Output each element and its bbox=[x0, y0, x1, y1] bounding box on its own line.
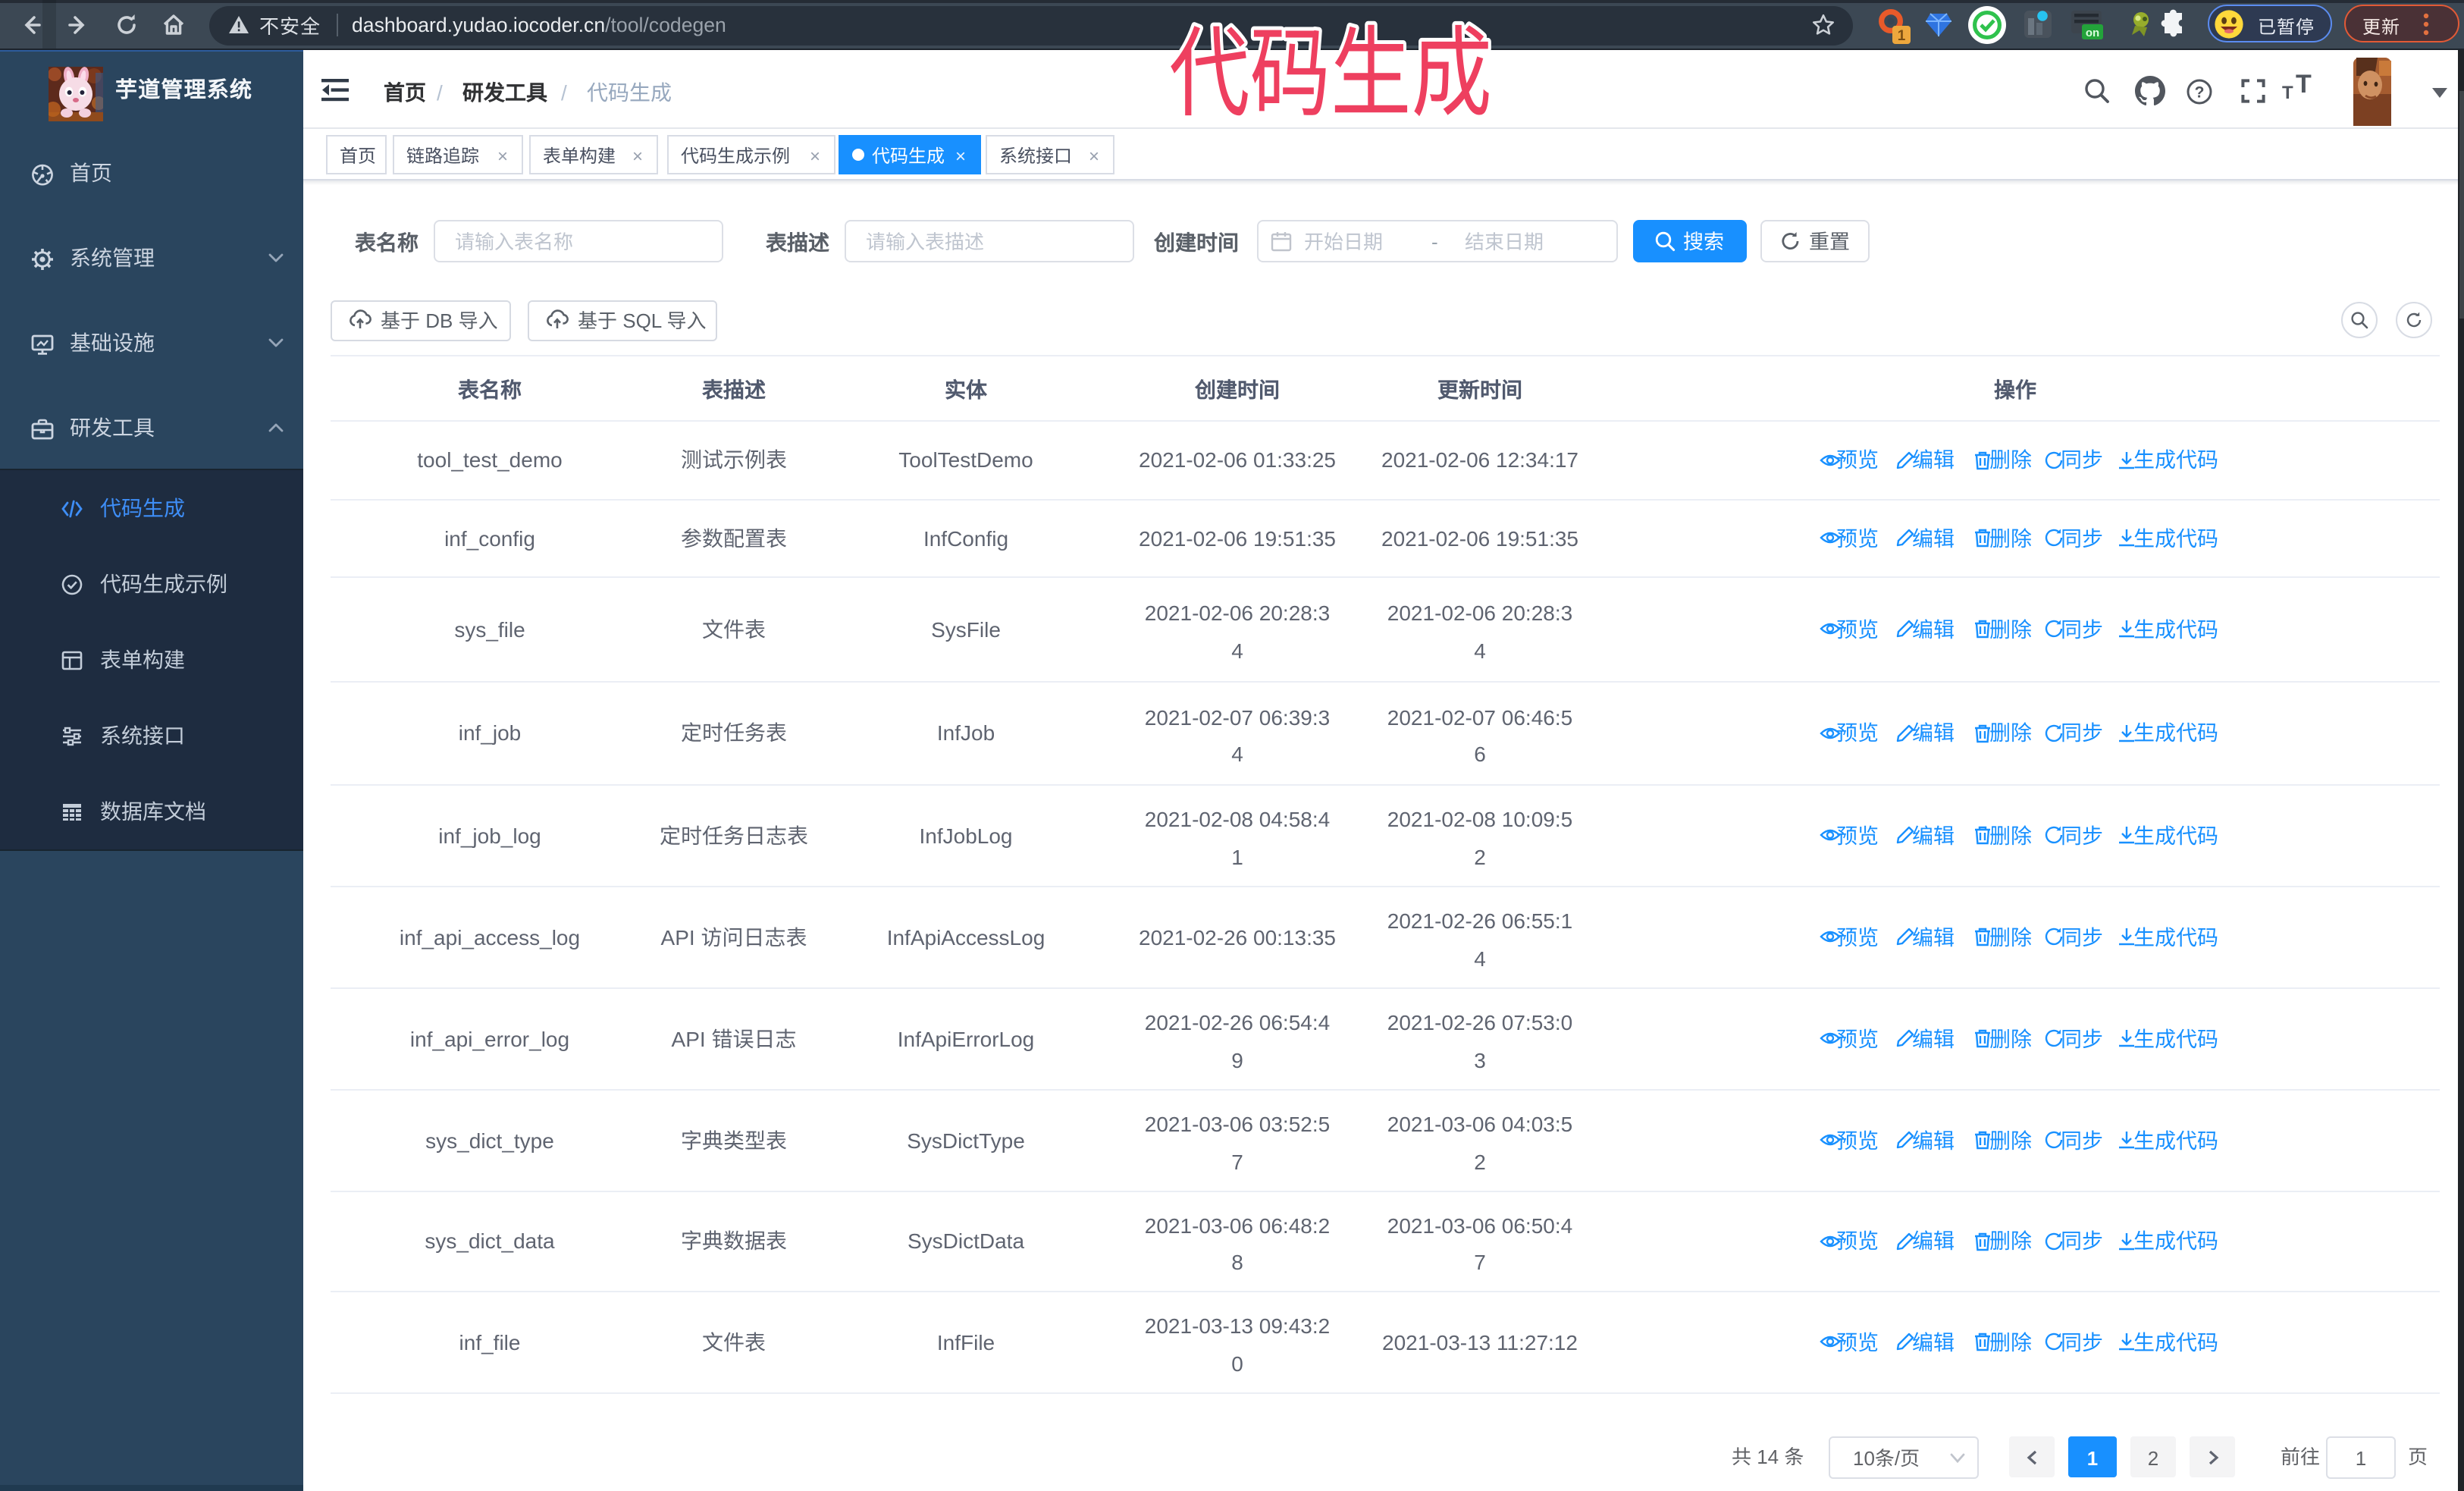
svg-text:?: ? bbox=[2195, 83, 2205, 101]
svg-text:on: on bbox=[2086, 27, 2099, 39]
svg-text:1: 1 bbox=[1898, 28, 1906, 44]
svg-text:代码生成: 代码生成 bbox=[1169, 18, 1492, 129]
